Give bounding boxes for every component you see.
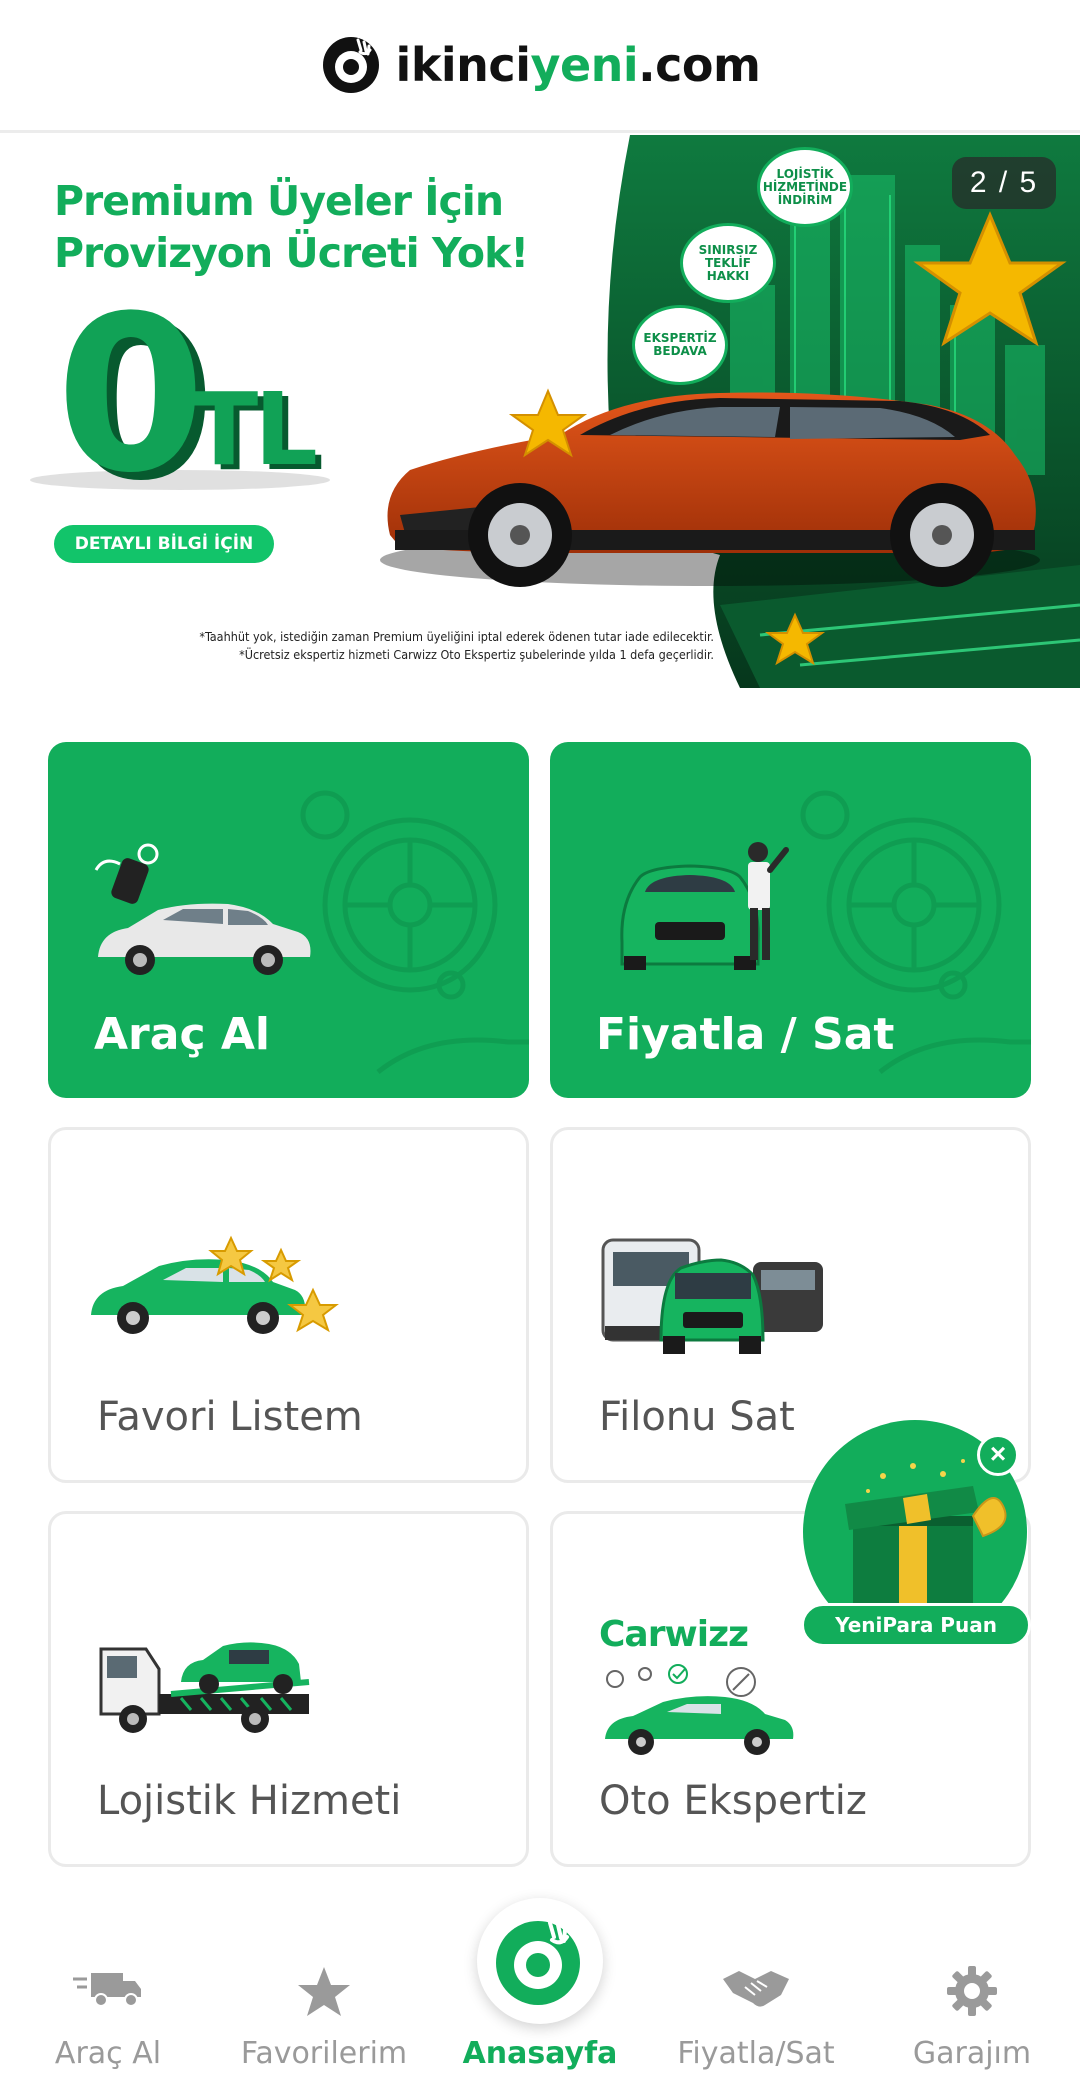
banner-bubble-inspection: EKSPERTİZ BEDAVA — [632, 305, 728, 385]
banner-bubble-logistics: LOJİSTİK HİZMETİNDE İNDİRİM — [757, 147, 853, 227]
nav-label-home: Anasayfa — [462, 2036, 618, 2071]
banner-detail-button[interactable]: DETAYLI BİLGİ İÇİN — [54, 525, 274, 563]
promo-label: YeniPara Puan — [801, 1603, 1031, 1647]
nav-label-garage: Garajım — [912, 2036, 1032, 2071]
carousel-counter: 2 / 5 — [952, 157, 1056, 209]
truck-icon — [73, 1973, 141, 2007]
app-header: ikinciyeni.com — [0, 0, 1080, 133]
nav-item-garage[interactable]: Garajım — [864, 1890, 1080, 2097]
tile-fleet-sell-label: Filonu Sat — [599, 1394, 795, 1440]
promo-close-button[interactable]: × — [977, 1434, 1019, 1476]
nav-item-buy-car[interactable]: Araç Al — [0, 1890, 216, 2097]
nav-item-price-sell[interactable]: Fiyatla/Sat — [648, 1890, 864, 2097]
banner-big-zero: 0 — [56, 269, 206, 520]
home-button[interactable] — [477, 1898, 603, 2024]
banner-headline: Premium Üyeler İçin Provizyon Ücreti Yok… — [54, 175, 529, 279]
yenipara-promo-widget[interactable]: × YeniPara Puan — [795, 1420, 1071, 1660]
nav-label-buy-car: Araç Al — [54, 2036, 162, 2071]
handshake-icon — [723, 1971, 789, 2007]
tile-buy-car[interactable]: Araç Al — [48, 742, 529, 1098]
promo-banner-carousel[interactable]: Premium Üyeler İçin Provizyon Ücreti Yok… — [0, 135, 1080, 688]
nav-item-favorites[interactable]: Favorilerim — [216, 1890, 432, 2097]
nav-label-price-sell: Fiyatla/Sat — [677, 2036, 835, 2071]
banner-fine-print-2: *Ücretsiz ekspertiz hizmeti Carwizz Oto … — [239, 647, 714, 662]
gear-icon — [947, 1966, 997, 2016]
nav-label-favorites: Favorilerim — [240, 2036, 408, 2071]
tile-logistics-label: Lojistik Hizmeti — [97, 1778, 402, 1824]
banner-bubble-offers: SINIRSIZ TEKLİF HAKKI — [680, 223, 776, 303]
banner-headline-line1: Premium Üyeler İçin — [54, 177, 504, 225]
tile-price-sell-label: Fiyatla / Sat — [596, 1009, 895, 1060]
tile-favorites-label: Favori Listem — [97, 1394, 363, 1440]
tile-price-sell[interactable]: Fiyatla / Sat — [550, 742, 1031, 1098]
brand-mark-icon — [322, 37, 379, 93]
tile-favorites[interactable]: Favori Listem — [48, 1127, 529, 1483]
star-icon — [298, 1967, 350, 2016]
banner-big-currency: TL — [190, 371, 318, 488]
brand-logo[interactable]: ikinciyeni.com — [320, 34, 761, 96]
tile-inspection-label: Oto Ekspertiz — [599, 1778, 867, 1824]
tile-buy-car-label: Araç Al — [94, 1009, 270, 1060]
brand-wordmark: ikinciyeni.com — [395, 38, 761, 92]
tile-logistics[interactable]: Lojistik Hizmeti — [48, 1511, 529, 1867]
banner-fine-print-1: *Taahhüt yok, istediğin zaman Premium üy… — [199, 629, 714, 644]
home-logo-icon — [496, 1921, 580, 2005]
